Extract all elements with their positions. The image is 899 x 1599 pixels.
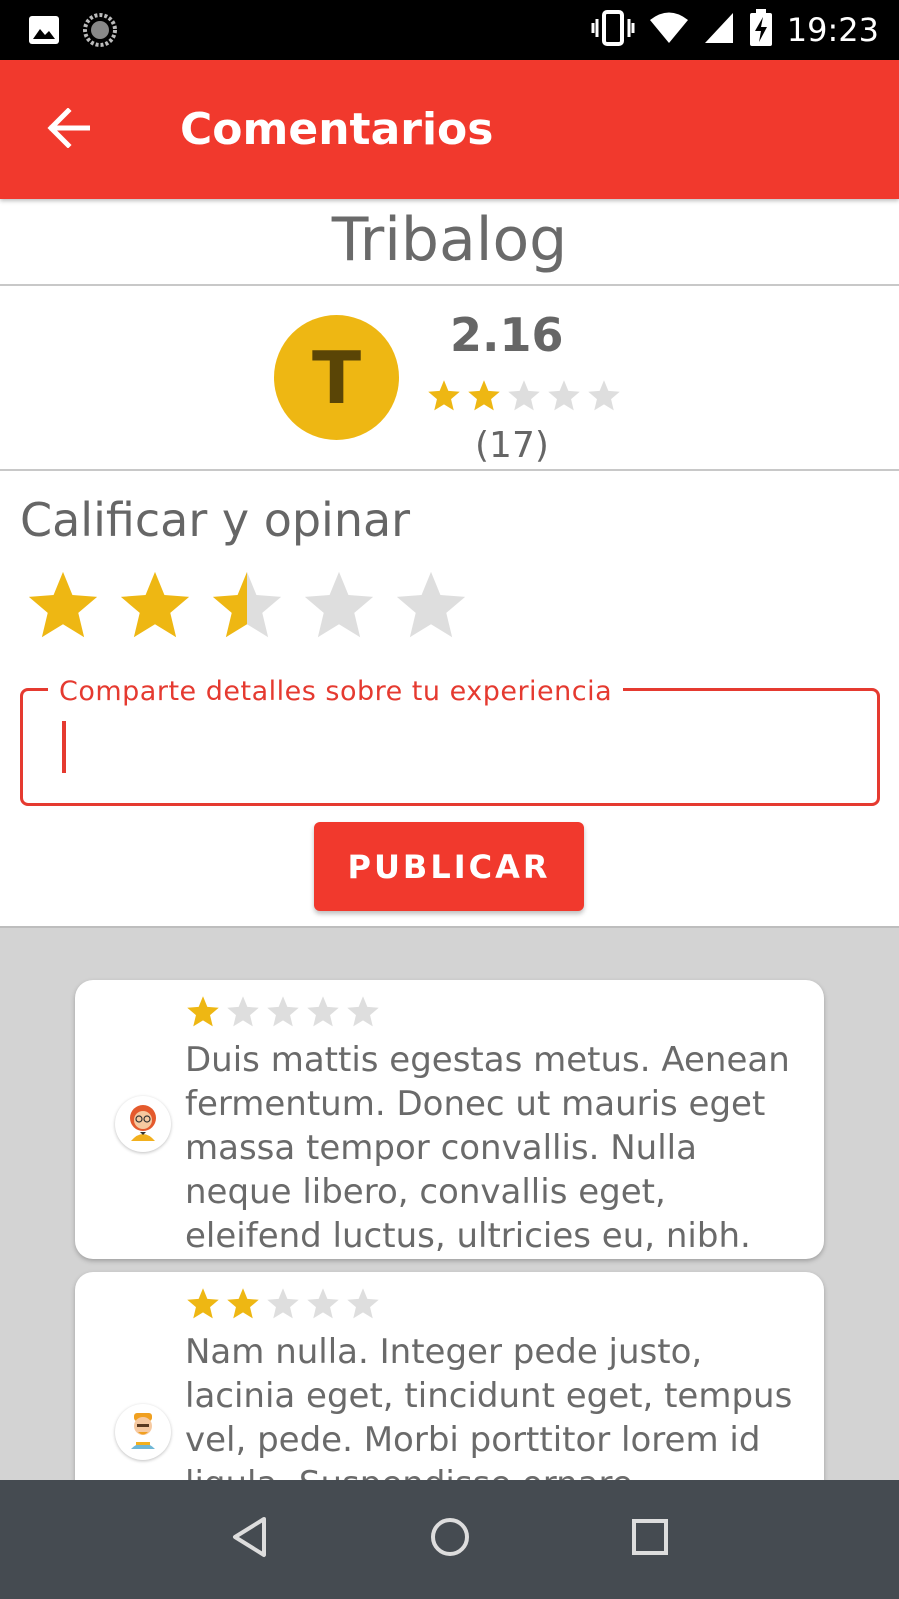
rating-star[interactable] — [300, 567, 378, 645]
rating-star[interactable] — [116, 567, 194, 645]
status-bar: 19:23 — [0, 0, 899, 60]
comment-field-label: Comparte detalles sobre tu experiencia — [48, 676, 624, 707]
comment-text: Nam nulla. Integer pede justo, lacinia e… — [185, 1332, 793, 1480]
comment-text: Duis mattis egestas metus. Aenean fermen… — [185, 1040, 790, 1256]
average-score: 2.16 — [450, 308, 564, 362]
star-icon — [187, 996, 219, 1027]
user-avatar — [115, 1096, 171, 1152]
man-avatar-icon — [122, 1409, 164, 1456]
star-icon — [347, 996, 379, 1027]
comment-card: Nam nulla. Integer pede justo, lacinia e… — [75, 1272, 824, 1480]
star-icon — [428, 380, 460, 411]
text-cursor — [62, 721, 66, 773]
star-icon — [227, 1288, 259, 1319]
vibrate-icon — [591, 9, 635, 52]
company-initial: T — [311, 335, 362, 420]
sync-notification-icon — [82, 12, 118, 53]
app-bar: Comentarios — [0, 60, 899, 199]
nav-home-icon[interactable] — [429, 1516, 471, 1563]
nav-back-icon[interactable] — [230, 1516, 270, 1563]
user-avatar — [115, 1404, 171, 1460]
star-icon — [508, 380, 540, 411]
image-notification-icon — [28, 15, 60, 50]
battery-charging-icon — [749, 8, 773, 52]
rating-bar[interactable] — [24, 567, 470, 645]
status-time: 19:23 — [786, 11, 879, 49]
woman-avatar-icon — [122, 1101, 164, 1148]
arrow-back-icon — [46, 106, 91, 153]
comment-input[interactable] — [59, 713, 849, 773]
rating-star[interactable] — [24, 567, 102, 645]
star-icon — [468, 380, 500, 411]
average-stars — [426, 378, 622, 414]
star-icon — [227, 996, 259, 1027]
star-icon — [588, 380, 620, 411]
nav-recents-icon[interactable] — [631, 1518, 669, 1561]
comment-stars — [185, 994, 381, 1030]
star-icon — [187, 1288, 219, 1319]
app-title: Comentarios — [180, 104, 494, 155]
star-icon — [347, 1288, 379, 1319]
navigation-bar — [0, 1480, 899, 1599]
company-name: Tribalog — [331, 205, 568, 275]
publish-button[interactable]: PUBLICAR — [314, 822, 584, 911]
rating-star[interactable] — [392, 567, 470, 645]
star-icon — [548, 380, 580, 411]
comment-card: Duis mattis egestas metus. Aenean fermen… — [75, 980, 824, 1259]
star-icon — [307, 1288, 339, 1319]
star-icon — [307, 996, 339, 1027]
rate-title: Calificar y opinar — [20, 493, 411, 547]
company-avatar: T — [274, 315, 399, 440]
rating-star[interactable] — [208, 567, 286, 645]
review-count: (17) — [475, 425, 549, 466]
divider — [0, 284, 899, 286]
comments-list[interactable]: Duis mattis egestas metus. Aenean fermen… — [0, 928, 899, 1480]
divider — [0, 469, 899, 471]
star-icon — [267, 1288, 299, 1319]
signal-icon — [703, 11, 735, 50]
comment-stars — [185, 1286, 381, 1322]
star-icon — [267, 996, 299, 1027]
back-button[interactable] — [36, 98, 100, 162]
wifi-icon — [649, 11, 689, 50]
